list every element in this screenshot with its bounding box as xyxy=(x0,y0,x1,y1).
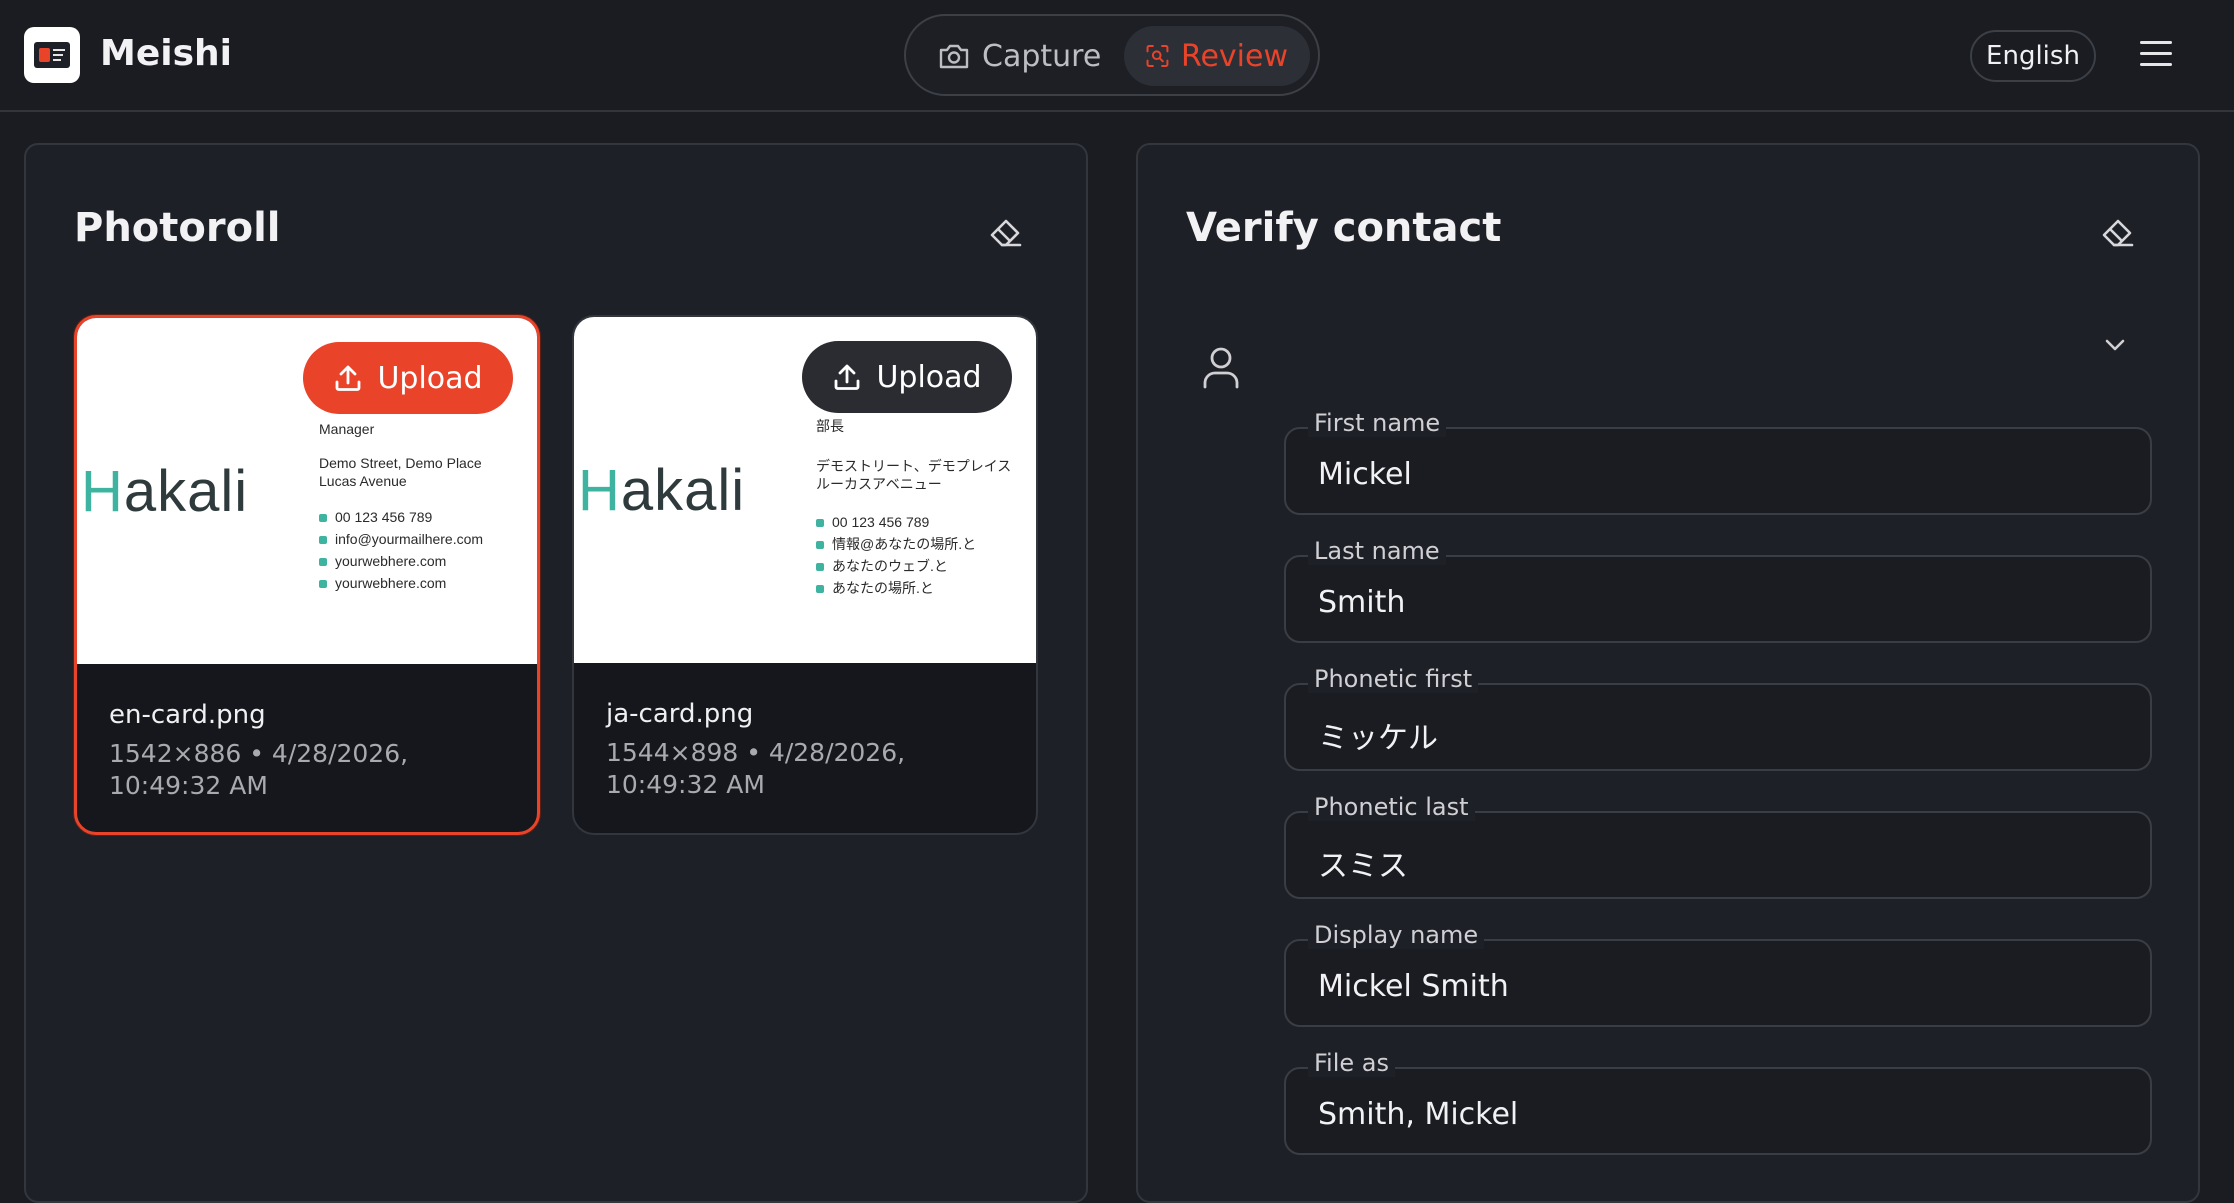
language-button[interactable]: English xyxy=(1970,30,2096,82)
card-role: Manager xyxy=(319,421,375,437)
business-card-logo: Hakali xyxy=(81,459,249,524)
card-file-name: en-card.png xyxy=(109,700,266,730)
review-tab[interactable]: Review xyxy=(1124,26,1310,86)
field-value: Smith, Mickel xyxy=(1318,1097,1519,1132)
card-address-2: Lucas Avenue xyxy=(319,473,407,489)
card-file-meta: 1542×886 • 4/28/2026, 10:49:32 AM xyxy=(109,739,409,800)
verify-contact-title: Verify contact xyxy=(1186,205,1502,251)
card-web: yourwebhere.com xyxy=(335,553,447,569)
field-value: Smith xyxy=(1318,585,1406,620)
scan-icon xyxy=(1146,45,1169,67)
phonetic-first-field[interactable]: Phonetic first ミッケル xyxy=(1284,665,2152,771)
field-label: Phonetic first xyxy=(1308,665,1479,693)
capture-tab[interactable]: Capture xyxy=(916,26,1134,86)
capture-tab-label: Capture xyxy=(982,38,1102,74)
card-email: 情報@あなたの場所.と xyxy=(832,536,977,552)
field-label: File as xyxy=(1308,1049,1395,1077)
eraser-icon[interactable] xyxy=(988,215,1024,251)
field-label: Display name xyxy=(1308,921,1485,949)
business-card-logo: Hakali xyxy=(578,458,746,523)
field-label: Last name xyxy=(1308,537,1446,565)
upload-icon xyxy=(835,364,860,390)
menu-icon[interactable] xyxy=(2138,38,2174,70)
card-social: yourwebhere.com xyxy=(335,575,447,591)
review-tab-label: Review xyxy=(1180,38,1288,74)
card-preview-image: Hakali 部長 デモストリート、デモプレイス ルーカスアベニュー 00 12… xyxy=(574,317,1036,663)
field-label: First name xyxy=(1308,409,1447,437)
card-social: あなたの場所.と xyxy=(832,580,934,596)
card-file-name: ja-card.png xyxy=(606,699,754,729)
eraser-icon[interactable] xyxy=(2100,215,2136,251)
card-file-meta: 1544×898 • 4/28/2026, 10:49:32 AM xyxy=(606,738,906,799)
camera-icon xyxy=(939,44,969,69)
field-value: スミス xyxy=(1318,849,1408,884)
card-address-2: ルーカスアベニュー xyxy=(816,476,942,492)
chevron-down-icon[interactable] xyxy=(2102,335,2128,355)
person-icon xyxy=(1203,347,1239,389)
first-name-field[interactable]: First name Mickel xyxy=(1284,409,2152,515)
app-title: Meishi xyxy=(100,33,232,74)
last-name-field[interactable]: Last name Smith xyxy=(1284,537,2152,643)
photo-card[interactable]: Hakali Manager Demo Street, Demo Place L… xyxy=(74,315,540,835)
card-phone: 00 123 456 789 xyxy=(335,509,433,525)
field-label: Phonetic last xyxy=(1308,793,1475,821)
phonetic-last-field[interactable]: Phonetic last スミス xyxy=(1284,793,2152,899)
photoroll-title: Photoroll xyxy=(74,205,281,251)
upload-label: Upload xyxy=(876,359,982,395)
card-web: あなたのウェブ.と xyxy=(832,558,948,574)
card-role: 部長 xyxy=(816,418,844,434)
field-value: ミッケル xyxy=(1318,721,1438,756)
card-phone: 00 123 456 789 xyxy=(832,514,930,530)
field-value: Mickel Smith xyxy=(1318,969,1509,1004)
upload-label: Upload xyxy=(377,360,483,396)
mode-switch: Capture Review xyxy=(904,14,1320,96)
upload-button[interactable]: Upload xyxy=(802,341,1012,413)
top-bar: Meishi Capture Review English xyxy=(0,0,2234,112)
app-logo-icon[interactable] xyxy=(24,27,80,83)
card-address-1: Demo Street, Demo Place xyxy=(319,455,482,471)
file-as-field[interactable]: File as Smith, Mickel xyxy=(1284,1049,2152,1155)
card-preview-image: Hakali Manager Demo Street, Demo Place L… xyxy=(77,318,537,664)
photo-card[interactable]: Hakali 部長 デモストリート、デモプレイス ルーカスアベニュー 00 12… xyxy=(572,315,1038,835)
verify-contact-panel: Verify contact First name Mickel Last na… xyxy=(1136,143,2200,1203)
card-email: info@yourmailhere.com xyxy=(335,531,484,547)
display-name-field[interactable]: Display name Mickel Smith xyxy=(1284,921,2152,1027)
upload-button[interactable]: Upload xyxy=(303,342,513,414)
card-address-1: デモストリート、デモプレイス xyxy=(816,458,1012,474)
upload-icon xyxy=(336,365,361,391)
field-value: Mickel xyxy=(1318,457,1412,492)
photoroll-panel: Photoroll Hakali Manager Demo Street, De… xyxy=(24,143,1088,1203)
